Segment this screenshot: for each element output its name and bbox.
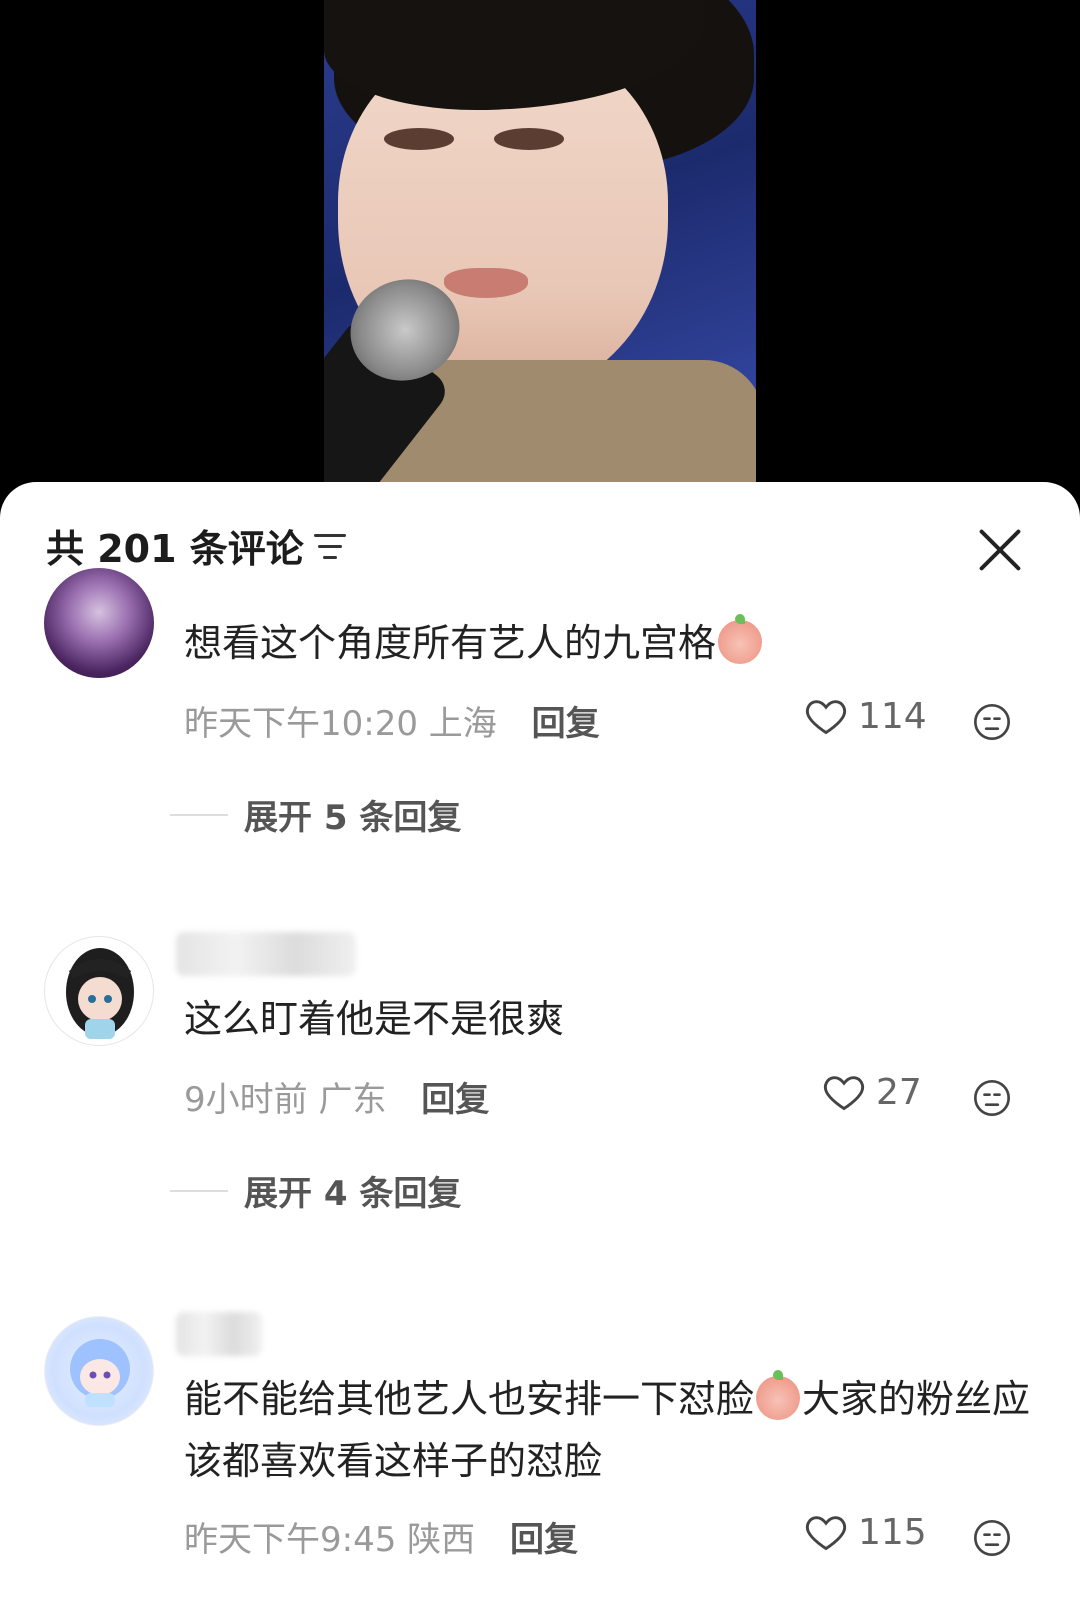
heart-icon bbox=[805, 1516, 847, 1551]
dislike-face-icon[interactable] bbox=[972, 1078, 1012, 1118]
comment-location: 陕西 bbox=[407, 1520, 476, 1560]
chibi-avatar-icon bbox=[70, 1339, 130, 1407]
video-frame[interactable]: LNT bbox=[324, 0, 756, 500]
comment-time: 昨天下午10:20 bbox=[184, 704, 418, 744]
dislike-face-icon[interactable] bbox=[972, 1518, 1012, 1558]
comment-sheet: 共 201 条评论 想看这个角度所有艺人的九宫格 昨天下午10:20 上海 回复… bbox=[0, 482, 1080, 1621]
comment-text: 这么盯着他是不是很爽 bbox=[184, 997, 565, 1041]
chibi-avatar-icon bbox=[66, 948, 134, 1039]
reply-button[interactable]: 回复 bbox=[532, 704, 600, 744]
divider bbox=[170, 813, 228, 816]
expand-replies-button[interactable]: 展开 4 条回复 bbox=[170, 1166, 461, 1215]
comment-location: 广东 bbox=[318, 1080, 387, 1120]
video-figure-mouth bbox=[444, 268, 528, 298]
comment-time: 昨天下午9:45 bbox=[184, 1520, 397, 1560]
heart-icon bbox=[805, 700, 847, 735]
comment-location: 上海 bbox=[428, 704, 497, 744]
divider bbox=[170, 1189, 228, 1192]
like-count: 115 bbox=[858, 1511, 927, 1553]
close-icon[interactable] bbox=[976, 526, 1024, 574]
like-count: 114 bbox=[858, 695, 927, 737]
peach-face-emoji-icon bbox=[718, 614, 763, 664]
like-button[interactable]: 115 bbox=[804, 1510, 927, 1554]
comment-text: 能不能给其他艺人也安排一下怼脸 大家的粉丝应该都喜欢看这样子的怼脸 bbox=[184, 1370, 1031, 1483]
avatar[interactable] bbox=[44, 568, 154, 678]
sort-icon[interactable] bbox=[314, 534, 346, 560]
avatar[interactable] bbox=[44, 1316, 154, 1426]
video-figure-eye bbox=[384, 128, 454, 150]
like-button[interactable]: 114 bbox=[804, 694, 927, 738]
comment-meta: 9小时前 广东 回复 bbox=[184, 1072, 489, 1121]
username-redacted[interactable] bbox=[176, 1312, 262, 1356]
like-button[interactable]: 27 bbox=[822, 1070, 922, 1114]
comment-time: 9小时前 bbox=[184, 1080, 308, 1120]
comment-sheet-header: 共 201 条评论 bbox=[0, 482, 1080, 598]
dislike-face-icon[interactable] bbox=[972, 702, 1012, 742]
peach-face-emoji-icon bbox=[756, 1370, 801, 1420]
expand-replies-button[interactable]: 展开 5 条回复 bbox=[170, 790, 461, 839]
heart-icon bbox=[823, 1076, 865, 1111]
comment-text: 想看这个角度所有艺人的九宫格 bbox=[184, 612, 1034, 674]
comment-meta: 昨天下午9:45 陕西 回复 bbox=[184, 1512, 578, 1561]
video-figure-eye bbox=[494, 128, 564, 150]
like-count: 27 bbox=[876, 1071, 922, 1113]
reply-button[interactable]: 回复 bbox=[510, 1520, 578, 1560]
comment-count-title: 共 201 条评论 bbox=[46, 527, 304, 571]
reply-button[interactable]: 回复 bbox=[421, 1080, 489, 1120]
comment-meta: 昨天下午10:20 上海 回复 bbox=[184, 696, 600, 745]
video-player[interactable]: LNT bbox=[0, 0, 1080, 500]
username-redacted[interactable] bbox=[176, 932, 356, 976]
avatar[interactable] bbox=[44, 936, 154, 1046]
